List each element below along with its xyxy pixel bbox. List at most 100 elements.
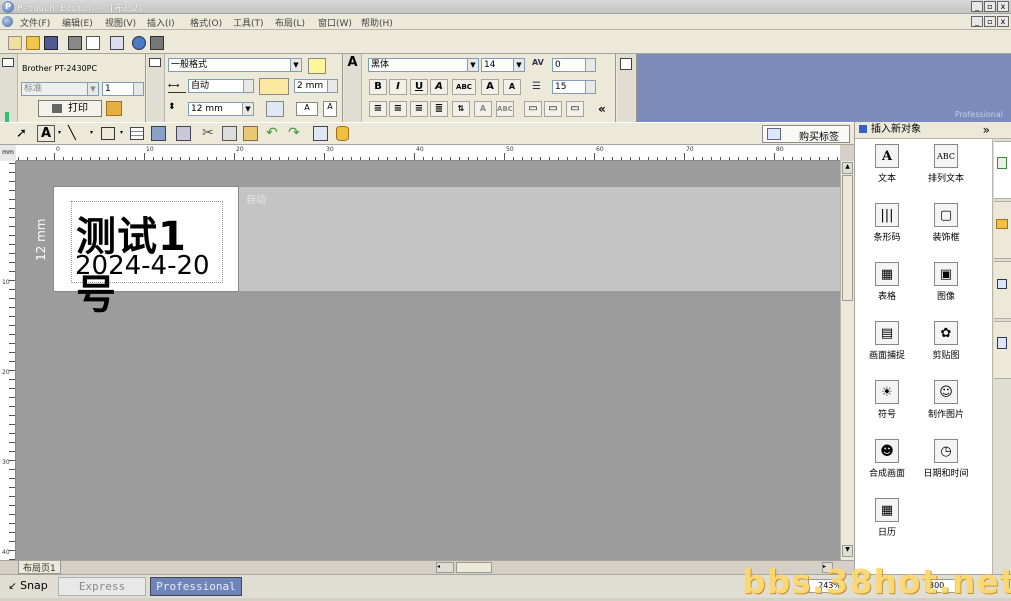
insert-frame-button[interactable]: ▢ 装饰框: [916, 203, 976, 243]
char-spacing-spinner[interactable]: 0: [552, 58, 596, 72]
professional-mode-button[interactable]: Professional: [150, 577, 242, 596]
vertical-align-icon[interactable]: ⇅: [452, 101, 470, 117]
insert-screen-capture-button[interactable]: ▤ 画面捕捉: [857, 321, 917, 361]
menu-edit[interactable]: 编辑(E): [62, 16, 93, 29]
text-tab[interactable]: A: [344, 54, 362, 122]
tools-icon[interactable]: [148, 34, 164, 50]
align-center-icon[interactable]: ≡: [389, 101, 407, 117]
grow-font-icon[interactable]: A: [481, 79, 499, 95]
insert-table-button[interactable]: ▦ 表格: [857, 262, 917, 302]
print-options-icon[interactable]: [106, 101, 122, 116]
vertical-text-icon[interactable]: A: [323, 101, 337, 117]
font-size-select[interactable]: 14 ▼: [481, 58, 525, 72]
scroll-down-icon[interactable]: ▼: [842, 545, 853, 557]
menu-view[interactable]: 视图(V): [105, 16, 136, 29]
scroll-up-icon[interactable]: ▲: [842, 162, 853, 174]
line-tool-dropdown-icon[interactable]: ▾: [90, 129, 93, 136]
text-tool-icon[interactable]: A: [37, 125, 55, 142]
panel-collapse-button[interactable]: »: [983, 122, 990, 138]
clipboard-tab[interactable]: [994, 201, 1011, 259]
doc-minimize-button[interactable]: _: [971, 16, 983, 27]
insert-barcode-button[interactable]: ||| 条形码: [857, 203, 917, 243]
label-db-icon[interactable]: [108, 34, 124, 50]
restore-button[interactable]: ▫: [984, 1, 996, 12]
tape-width-select[interactable]: 12 mm ▼: [188, 102, 254, 116]
print-area-icon[interactable]: [176, 126, 191, 141]
table-tool-icon[interactable]: [130, 127, 144, 140]
line-tool-icon[interactable]: ╲: [68, 126, 76, 141]
insert-date-time-button[interactable]: ◷ 日期和时间: [916, 439, 976, 479]
arrange-icon[interactable]: [151, 126, 166, 141]
layout-tab[interactable]: [147, 54, 165, 122]
database-icon[interactable]: [336, 126, 349, 141]
paste-icon[interactable]: [243, 126, 258, 141]
label-preview[interactable]: 测试1号 2024-4-20: [53, 186, 239, 318]
frame-text-icon[interactable]: ABC: [452, 79, 476, 95]
insert-tab[interactable]: [994, 141, 1011, 199]
insert-arranged-text-button[interactable]: ABC 排列文本: [916, 144, 976, 184]
align-right-icon[interactable]: ≡: [410, 101, 428, 117]
collapse-panel-button[interactable]: «: [598, 102, 606, 116]
layers-tab[interactable]: [994, 261, 1011, 319]
scroll-left-icon[interactable]: ◂: [436, 562, 454, 573]
vertical-scroll-thumb[interactable]: [842, 175, 853, 301]
close-button[interactable]: x: [997, 1, 1009, 12]
margin-spinner[interactable]: 2 mm: [294, 79, 338, 93]
buy-labels-button[interactable]: 购买标签: [762, 125, 850, 143]
line-spacing-spinner[interactable]: 15: [552, 80, 596, 94]
insert-text-button[interactable]: A 文本: [857, 144, 917, 184]
justify-icon[interactable]: ≣: [430, 101, 448, 117]
menu-window[interactable]: 窗口(W): [318, 16, 352, 29]
new-icon[interactable]: [6, 34, 22, 50]
vertical-scrollbar[interactable]: ▲ ▼: [840, 161, 854, 560]
menu-help[interactable]: 帮助(H): [361, 16, 393, 29]
length-spinner[interactable]: 自动: [188, 79, 254, 93]
doc-close-button[interactable]: x: [997, 16, 1009, 27]
print-icon[interactable]: [66, 34, 82, 50]
menu-layout[interactable]: 布局(L): [275, 16, 305, 29]
bold-button[interactable]: B: [369, 79, 387, 95]
print-button[interactable]: 打印: [38, 100, 102, 117]
open-icon[interactable]: [24, 34, 40, 50]
auto-fit-icon[interactable]: [259, 78, 289, 95]
insert-composite-button[interactable]: ☻ 合成画面: [857, 439, 917, 479]
shrink-font-icon[interactable]: A: [503, 79, 521, 95]
undo-icon[interactable]: ↶: [266, 125, 278, 141]
save-icon[interactable]: [42, 34, 58, 50]
rotate-text-icon[interactable]: ABC: [496, 101, 514, 117]
express-mode-button[interactable]: Express: [58, 577, 146, 596]
outline-icon[interactable]: A: [430, 79, 448, 95]
insert-image-button[interactable]: ▣ 图像: [916, 262, 976, 302]
align-bottom-icon[interactable]: ▭: [566, 101, 584, 117]
horizontal-scroll-thumb[interactable]: [456, 562, 492, 573]
format-select[interactable]: 一般格式 ▼: [168, 58, 302, 72]
redo-icon[interactable]: ↷: [288, 125, 300, 141]
align-left-icon[interactable]: ≡: [369, 101, 387, 117]
object-panel-tab[interactable]: [617, 54, 637, 122]
shape-tool-dropdown-icon[interactable]: ▾: [120, 129, 123, 136]
highlight-icon[interactable]: [308, 58, 326, 74]
text-box-icon[interactable]: A: [296, 102, 318, 116]
copies-spinner[interactable]: 1: [102, 82, 144, 96]
printer-tab[interactable]: [0, 54, 18, 122]
menu-tools[interactable]: 工具(T): [233, 16, 264, 29]
minimize-button[interactable]: _: [971, 1, 983, 12]
insert-make-picture-button[interactable]: ☺ 制作图片: [916, 380, 976, 420]
properties-icon[interactable]: [313, 126, 328, 141]
italic-button[interactable]: I: [389, 79, 407, 95]
cut-icon[interactable]: ✂: [202, 125, 214, 141]
snap-mode-button[interactable]: ↙ Snap: [4, 577, 52, 596]
mirror-icon[interactable]: A: [474, 101, 492, 117]
shape-tool-icon[interactable]: [101, 127, 115, 140]
insert-calendar-button[interactable]: ▦ 日历: [857, 498, 917, 538]
doc-restore-button[interactable]: ▫: [984, 16, 996, 27]
transfer-icon[interactable]: [130, 34, 146, 50]
insert-symbol-button[interactable]: ☀ 符号: [857, 380, 917, 420]
align-top-icon[interactable]: ▭: [524, 101, 542, 117]
menu-insert[interactable]: 插入(I): [147, 16, 175, 29]
align-middle-icon[interactable]: ▭: [544, 101, 562, 117]
font-select[interactable]: 黑体 ▼: [368, 58, 479, 72]
page-tab-1[interactable]: 布局页1: [18, 561, 61, 574]
quality-select[interactable]: 标准 ▼: [21, 82, 99, 96]
objects-tab[interactable]: [994, 321, 1011, 379]
